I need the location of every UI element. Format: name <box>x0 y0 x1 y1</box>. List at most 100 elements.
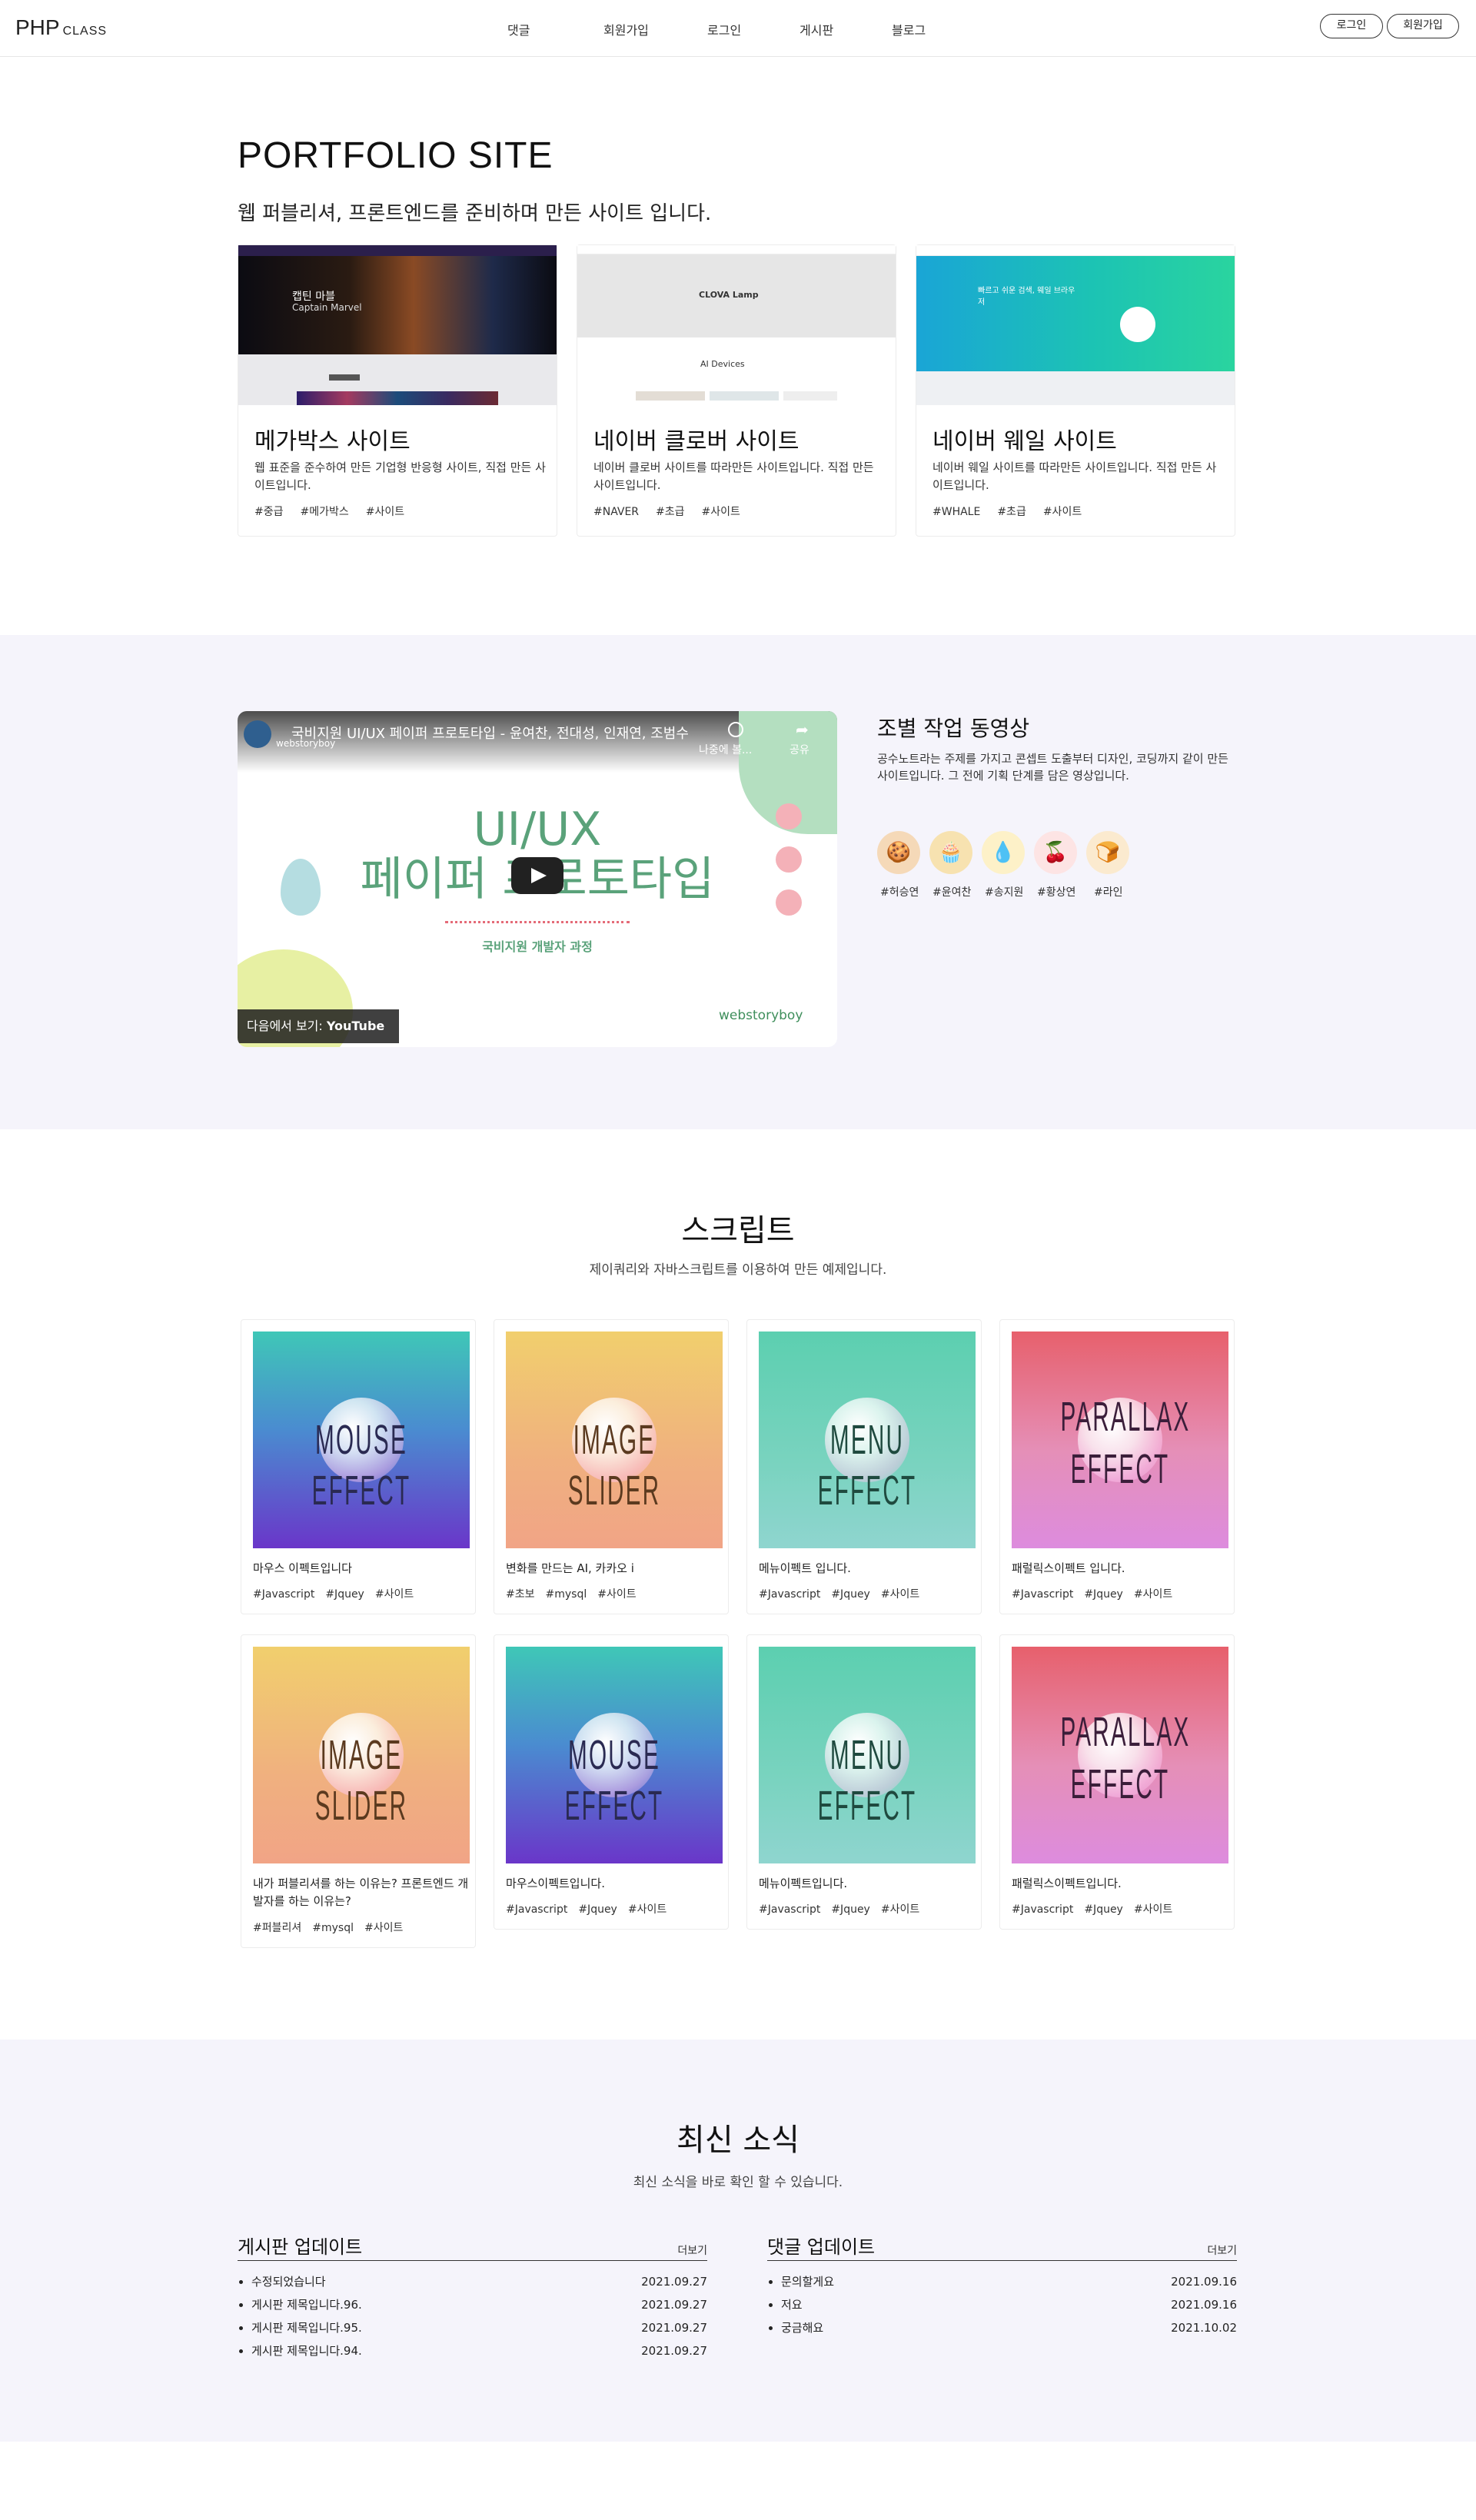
tag[interactable]: #초급 <box>656 506 685 518</box>
tag[interactable]: #사이트 <box>702 506 740 518</box>
nav-item-board[interactable]: 게시판 <box>800 20 892 38</box>
script-card[interactable]: IMAGE SLIDER 변화를 만드는 AI, 카카오 i #초보 #mysql #사… <box>494 1319 729 1614</box>
list-item[interactable]: 궁금해요 2021.10.02 <box>767 2316 1237 2339</box>
tag[interactable]: #사이트 <box>375 1588 414 1601</box>
tag[interactable]: #사이트 <box>881 1588 919 1601</box>
list-item-date: 2021.09.27 <box>641 2298 707 2312</box>
list-item[interactable]: 게시판 제목입니다.95. 2021.09.27 <box>238 2316 707 2339</box>
site-logo[interactable]: PHP CLASS <box>15 15 107 40</box>
tag[interactable]: #Javascript <box>1012 1903 1073 1916</box>
tag[interactable]: #Jquey <box>1084 1903 1123 1916</box>
drop-icon[interactable]: 💧 <box>982 831 1025 874</box>
script-card[interactable]: MOUSE EFFECT 마우스 이펙트입니다 #Javascript #Jquey #… <box>241 1319 476 1614</box>
script-card[interactable]: PARALLAX EFFECT 패럴릭스이펙트입니다. #Javascript #Jqu… <box>999 1634 1235 1930</box>
list-item-date: 2021.09.16 <box>1171 2298 1237 2312</box>
tag[interactable]: #NAVER <box>593 506 639 518</box>
tag[interactable]: #초급 <box>997 506 1026 518</box>
list-item-date: 2021.09.27 <box>641 2275 707 2289</box>
portfolio-card-title: 네이버 클로버 사이트 <box>593 428 800 455</box>
video-title[interactable]: 국비지원 UI/UX 페이퍼 프로토타입 - 윤여찬, 전대성, 인재연, 조범… <box>291 723 689 743</box>
script-card[interactable]: MENU EFFECT 메뉴이펙트입니다. #Javascript #Jquey #사이… <box>746 1634 982 1930</box>
tag[interactable]: #사이트 <box>881 1903 919 1916</box>
tag[interactable]: #사이트 <box>1134 1588 1172 1601</box>
portfolio-title: PORTFOLIO SITE <box>238 135 554 176</box>
list-item[interactable]: 게시판 제목입니다.96. 2021.09.27 <box>238 2293 707 2316</box>
toast-icon[interactable]: 🍞 <box>1086 831 1129 874</box>
tag[interactable]: #사이트 <box>628 1903 667 1916</box>
whale-shot-text: 빠르고 쉬운 검색, 웨일 브라우저 <box>978 287 1075 307</box>
tag[interactable]: #WHALE <box>932 506 980 518</box>
tag[interactable]: #사이트 <box>1134 1903 1172 1916</box>
tag[interactable]: #Jquey <box>831 1588 870 1601</box>
script-card-desc: 마우스이펙트입니다. <box>506 1877 605 1890</box>
clock-icon[interactable] <box>728 722 743 737</box>
watch-later-label[interactable]: 나중에 볼... <box>699 742 752 757</box>
portfolio-card-megabox[interactable]: 캡틴 마블 Captain Marvel 메가박스 사이트 웹 표준을 준수하여… <box>238 244 557 537</box>
script-card-desc: 변화를 만드는 AI, 카카오 i <box>506 1561 634 1575</box>
list-item-date: 2021.09.27 <box>641 2321 707 2335</box>
share-icon[interactable]: ➦ <box>796 720 809 739</box>
portfolio-card-clova[interactable]: CLOVA Lamp AI Devices 네이버 클로버 사이트 네이버 클로… <box>577 244 896 537</box>
video-info-desc: 공수노트라는 주제를 가지고 콘셉트 도출부터 디자인, 코딩까지 같이 만든 … <box>877 752 1228 783</box>
tag[interactable]: #Javascript <box>759 1903 820 1916</box>
script-thumbnail: IMAGE SLIDER <box>506 1331 723 1548</box>
tag[interactable]: #Javascript <box>1012 1588 1073 1601</box>
list-item[interactable]: 수정되었습니다 2021.09.27 <box>238 2270 707 2293</box>
nav-item-join[interactable]: 회원가입 <box>603 20 707 38</box>
member-name: #송지원 <box>985 886 1024 899</box>
cherry-icon[interactable]: 🍒 <box>1034 831 1077 874</box>
list-item-text: 게시판 제목입니다.96. <box>251 2298 362 2312</box>
cookie-icon[interactable]: 🍪 <box>877 831 920 874</box>
login-button[interactable]: 로그인 <box>1320 14 1383 38</box>
tag[interactable]: #Jquey <box>578 1903 617 1916</box>
script-card[interactable]: IMAGE SLIDER 내가 퍼블리셔를 하는 이유는? 프론트엔드 개발자를 … <box>241 1634 476 1948</box>
tag[interactable]: #퍼블리셔 <box>253 1922 301 1934</box>
portfolio-card-title: 메가박스 사이트 <box>254 428 411 455</box>
thumbnail-title-line-1: MOUSE EFFECT <box>564 1732 664 1829</box>
clova-screenshot: CLOVA Lamp AI Devices <box>577 245 896 405</box>
tag[interactable]: #사이트 <box>1043 506 1082 518</box>
script-card-tags: #Javascript #Jquey #사이트 <box>506 1901 677 1917</box>
tag[interactable]: #중급 <box>254 506 284 518</box>
nav-item-login[interactable]: 로그인 <box>707 20 800 38</box>
script-card[interactable]: MENU EFFECT 메뉴이펙트 입니다. #Javascript #Jquey #사… <box>746 1319 982 1614</box>
tag[interactable]: #메가박스 <box>301 506 349 518</box>
script-card[interactable]: PARALLAX EFFECT 패럴릭스이펙트 입니다. #Javascript #Jq… <box>999 1319 1235 1614</box>
tag[interactable]: #Jquey <box>325 1588 364 1601</box>
script-card-desc: 패럴릭스이펙트입니다. <box>1012 1877 1122 1890</box>
list-item[interactable]: 문의할게요 2021.09.16 <box>767 2270 1237 2293</box>
play-icon[interactable] <box>511 857 563 894</box>
portfolio-subtitle: 웹 퍼블리셔, 프론트엔드를 준비하며 만든 사이트 입니다. <box>238 202 712 225</box>
list-item-text: 궁금해요 <box>781 2321 824 2335</box>
tag[interactable]: #Jquey <box>1084 1588 1123 1601</box>
list-item[interactable]: 게시판 제목입니다.94. 2021.09.27 <box>238 2339 707 2362</box>
script-card[interactable]: MOUSE EFFECT 마우스이펙트입니다. #Javascript #Jquey #… <box>494 1634 729 1930</box>
video-player[interactable]: 국비지원 UI/UX 페이퍼 프로토타입 - 윤여찬, 전대성, 인재연, 조범… <box>238 711 837 1047</box>
tag[interactable]: #Javascript <box>253 1588 314 1601</box>
comment-more-link[interactable]: 더보기 <box>1207 2242 1237 2258</box>
tag[interactable]: #Javascript <box>506 1903 567 1916</box>
thumbnail-title-line-1: MOUSE EFFECT <box>311 1417 411 1514</box>
tag[interactable]: #초보 <box>506 1588 535 1601</box>
portfolio-card-whale[interactable]: 빠르고 쉬운 검색, 웨일 브라우저 네이버 웨일 사이트 네이버 웨일 사이트… <box>916 244 1235 537</box>
script-card-desc: 메뉴이펙트입니다. <box>759 1877 848 1890</box>
channel-avatar[interactable] <box>244 720 271 748</box>
tag[interactable]: #mysql <box>546 1588 587 1601</box>
tag[interactable]: #사이트 <box>366 506 404 518</box>
share-label[interactable]: 공유 <box>790 742 809 757</box>
tag[interactable]: #Jquey <box>831 1903 870 1916</box>
nav-item-comment[interactable]: 댓글 <box>507 20 603 38</box>
tag[interactable]: #사이트 <box>364 1922 403 1934</box>
join-button[interactable]: 회원가입 <box>1387 14 1459 38</box>
tag[interactable]: #Javascript <box>759 1588 820 1601</box>
watch-on-youtube[interactable]: 다음에서 보기: YouTube <box>238 1009 399 1043</box>
board-more-link[interactable]: 더보기 <box>677 2242 707 2258</box>
cupcake-icon[interactable]: 🧁 <box>929 831 972 874</box>
list-item[interactable]: 저요 2021.09.16 <box>767 2293 1237 2316</box>
tag[interactable]: #사이트 <box>597 1588 636 1601</box>
thumbnail-title-line-1: PARALLAX <box>1060 1709 1191 1755</box>
script-card-desc: 메뉴이펙트 입니다. <box>759 1561 851 1575</box>
tag[interactable]: #mysql <box>312 1922 354 1934</box>
nav-item-blog[interactable]: 블로그 <box>892 20 926 38</box>
script-card-tags: #초보 #mysql #사이트 <box>506 1586 647 1601</box>
